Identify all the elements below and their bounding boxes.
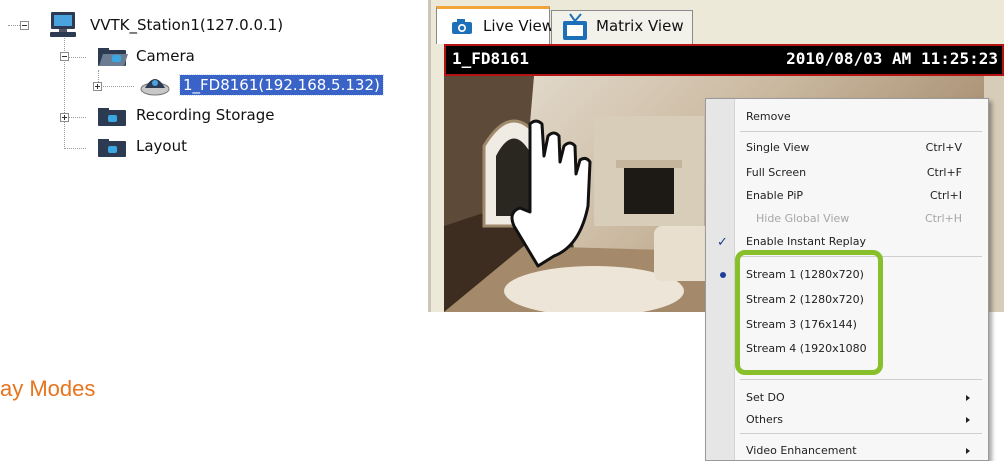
device-tree: VVTK_Station1(127.0.0.1) Camera 1_FD8161… [0, 0, 420, 200]
menu-item-enable-instant-replay[interactable]: Enable Instant Replay [746, 235, 866, 248]
tree-connector [98, 86, 134, 87]
submenu-arrow-icon [966, 448, 970, 454]
tab-live-view-label: Live View [483, 17, 554, 35]
section-heading: ay Modes [0, 376, 96, 401]
camera-folder-collapse-toggle[interactable] [60, 52, 69, 61]
tab-matrix-view-label: Matrix View [596, 17, 684, 35]
panel-divider[interactable] [428, 0, 431, 312]
stream-options-highlight [735, 250, 883, 375]
tree-connector [64, 148, 86, 149]
menu-item-others[interactable]: Others [746, 413, 783, 426]
camera-title-bar: 1_FD8161 2010/08/03 AM 11:25:23 [444, 44, 1004, 76]
dome-camera-icon [140, 72, 170, 96]
menu-separator [740, 433, 982, 434]
checkmark-icon: ✓ [717, 235, 728, 250]
tab-live-view[interactable]: Live View [436, 6, 554, 44]
camera-folder-label[interactable]: Camera [136, 46, 195, 66]
menu-separator [740, 131, 982, 132]
shortcut-hide-global-view: Ctrl+H [924, 212, 962, 225]
menu-item-remove[interactable]: Remove [746, 110, 791, 123]
camera-item-label[interactable]: 1_FD8161(192.168.5.132) [179, 74, 384, 96]
camera-name: 1_FD8161 [452, 49, 530, 68]
computer-icon [48, 11, 78, 38]
menu-icon-gutter [706, 99, 735, 460]
station-label[interactable]: VVTK_Station1(127.0.0.1) [90, 15, 283, 35]
folder-icon [98, 108, 126, 126]
submenu-arrow-icon [966, 417, 970, 423]
menu-item-hide-global-view: Hide Global View [756, 212, 850, 225]
menu-item-set-do[interactable]: Set DO [746, 391, 785, 404]
shortcut-single-view: Ctrl+V [925, 141, 962, 154]
shortcut-full-screen: Ctrl+F [926, 166, 962, 179]
radio-selected-icon [720, 272, 726, 278]
camera-icon [451, 19, 473, 39]
recording-storage-label[interactable]: Recording Storage [136, 105, 274, 125]
menu-item-single-view[interactable]: Single View [746, 141, 809, 154]
tree-connector [8, 25, 20, 26]
folder-icon [98, 139, 126, 157]
menu-item-full-screen[interactable]: Full Screen [746, 166, 806, 179]
layout-label[interactable]: Layout [136, 136, 187, 156]
shortcut-enable-pip: Ctrl+I [929, 189, 962, 202]
camera-timestamp: 2010/08/03 AM 11:25:23 [786, 49, 998, 68]
menu-separator [740, 379, 982, 380]
menu-item-video-enhancement[interactable]: Video Enhancement [746, 444, 857, 457]
open-folder-icon [98, 48, 128, 66]
menu-item-enable-pip[interactable]: Enable PiP [746, 189, 803, 202]
camera-item-expand-toggle[interactable] [93, 82, 102, 91]
submenu-arrow-icon [966, 395, 970, 401]
tv-icon [562, 13, 588, 45]
recording-storage-expand-toggle[interactable] [60, 113, 69, 122]
station-collapse-toggle[interactable] [20, 21, 29, 30]
tab-matrix-view[interactable]: Matrix View [551, 10, 693, 44]
